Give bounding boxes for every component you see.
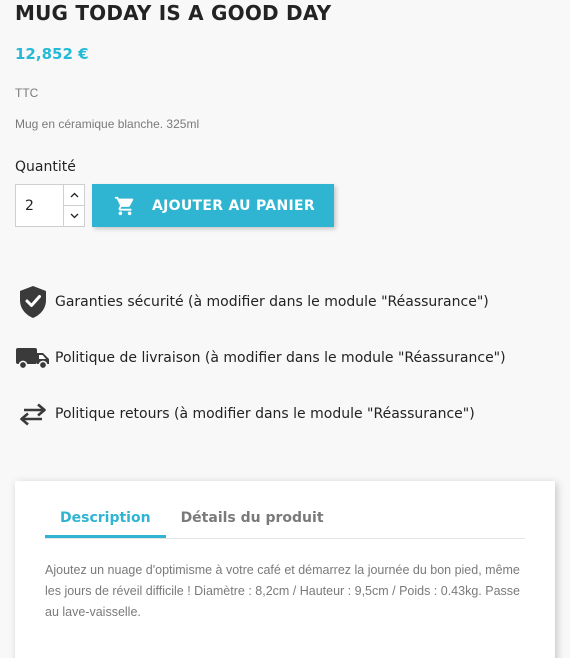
product-title: MUG TODAY IS A GOOD DAY xyxy=(15,1,332,25)
tab-description[interactable]: Description xyxy=(45,481,166,538)
add-to-cart-button[interactable]: AJOUTER AU PANIER xyxy=(92,184,334,227)
product-tabs-card: Description Détails du produit Ajoutez u… xyxy=(15,481,555,658)
shield-check-icon xyxy=(15,284,51,320)
chevron-down-icon xyxy=(70,213,78,219)
reassurance-text: Politique retours (à modifier dans le mo… xyxy=(55,406,475,422)
reassurance-item-returns: Politique retours (à modifier dans le mo… xyxy=(15,396,555,432)
tax-label: TTC xyxy=(15,86,39,100)
quantity-arrows xyxy=(63,185,84,226)
add-to-cart-label: AJOUTER AU PANIER xyxy=(152,197,315,214)
reassurance-text: Politique de livraison (à modifier dans … xyxy=(55,350,506,366)
short-description: Mug en céramique blanche. 325ml xyxy=(15,117,200,131)
swap-arrows-icon xyxy=(15,396,51,432)
chevron-up-icon xyxy=(70,192,78,198)
quantity-decrease-button[interactable] xyxy=(64,205,84,226)
quantity-label: Quantité xyxy=(15,159,76,175)
reassurance-list: Garanties sécurité (à modifier dans le m… xyxy=(15,284,555,452)
product-tabs-nav: Description Détails du produit xyxy=(45,481,525,539)
tab-product-details[interactable]: Détails du produit xyxy=(166,481,339,538)
reassurance-item-shipping: Politique de livraison (à modifier dans … xyxy=(15,340,555,376)
shopping-cart-icon xyxy=(114,196,134,215)
truck-icon xyxy=(15,340,51,376)
reassurance-item-security: Garanties sécurité (à modifier dans le m… xyxy=(15,284,555,320)
quantity-input[interactable] xyxy=(16,185,63,226)
reassurance-text: Garanties sécurité (à modifier dans le m… xyxy=(55,294,489,310)
product-price: 12,852 € xyxy=(15,45,89,63)
description-text: Ajoutez un nuage d'optimisme à votre caf… xyxy=(45,563,520,619)
quantity-stepper xyxy=(15,184,85,227)
quantity-increase-button[interactable] xyxy=(64,185,84,205)
product-page: MUG TODAY IS A GOOD DAY 12,852 € TTC Mug… xyxy=(0,0,570,658)
